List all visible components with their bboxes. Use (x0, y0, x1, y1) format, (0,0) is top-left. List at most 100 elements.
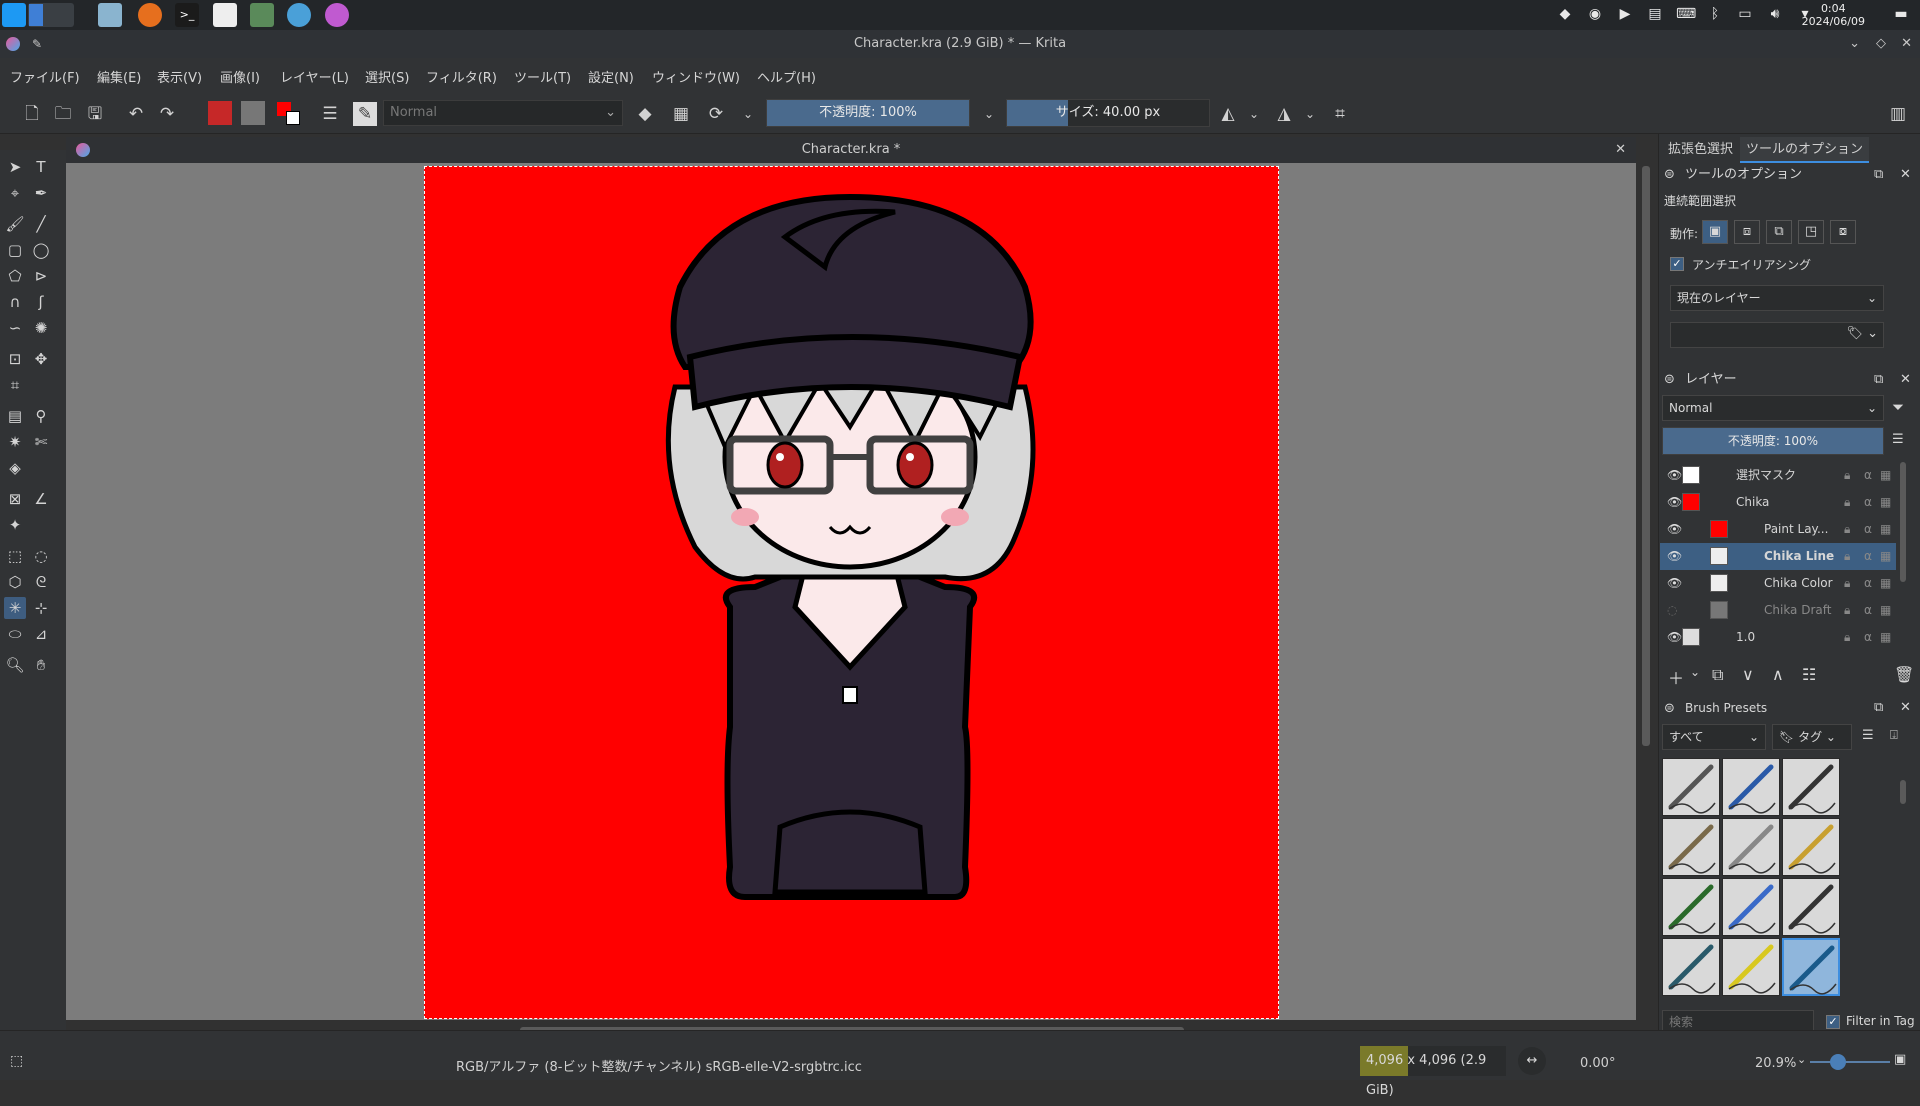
layer-opacity-slider[interactable]: 不透明度: 100% (1662, 427, 1884, 455)
eye-closed-icon[interactable]: ◌ (1667, 597, 1677, 624)
eye-icon[interactable]: 👁︎ (1667, 462, 1682, 489)
zoom-tool-icon[interactable]: 🔍︎ (4, 654, 26, 676)
lock-icon[interactable]: 🔒︎ (1844, 597, 1850, 624)
layer-menu-icon[interactable]: ☰ (1892, 432, 1904, 447)
show-desktop-icon[interactable]: ▬ (1892, 5, 1910, 23)
eye-icon[interactable]: 👁︎ (1667, 543, 1682, 570)
terminal-icon[interactable]: >_ (175, 3, 199, 27)
mode-symmetric-icon[interactable]: ⧇ (1830, 220, 1856, 244)
smart-patch-tool-icon[interactable]: ✷ (4, 431, 26, 453)
alpha-lock-icon[interactable]: α (1864, 570, 1872, 597)
preset-view-menu-icon[interactable]: ☰ (1862, 728, 1874, 743)
preset-tag-button[interactable]: 🔖︎ タグ ⌄ (1772, 724, 1852, 750)
brush-preset-item[interactable] (1662, 818, 1720, 876)
alpha-lock-icon[interactable]: α (1864, 489, 1872, 516)
file-manager-icon[interactable] (98, 3, 122, 27)
mirror-horizontal-icon[interactable]: ◭ (1216, 102, 1240, 126)
pattern-preset-icon[interactable] (241, 101, 265, 125)
lock-icon[interactable]: 🔒︎ (1844, 624, 1850, 651)
brush-settings-icon[interactable]: ☰ (318, 102, 342, 126)
bluetooth-icon[interactable]: ᛒ (1706, 5, 1724, 23)
brush-preset-item[interactable] (1722, 758, 1780, 816)
menu-edit[interactable]: 編集(E) (97, 67, 141, 86)
colorize-mask-tool-icon[interactable]: ✄ (30, 431, 52, 453)
similar-select-tool-icon[interactable]: ⊹ (30, 597, 52, 619)
eye-icon[interactable]: 👁︎ (1667, 570, 1682, 597)
reference-tool-icon[interactable]: ✦ (4, 514, 26, 536)
magnetic-select-tool-icon[interactable]: ⊿ (30, 623, 52, 645)
notification-icon[interactable]: ◆ (1556, 5, 1574, 23)
brush-preset-item[interactable] (1662, 938, 1720, 996)
reload-preset-icon[interactable]: ⟳ (704, 102, 728, 126)
display-icon[interactable]: ▭ (1736, 5, 1754, 23)
inherit-alpha-icon[interactable]: ▦ (1880, 516, 1891, 543)
ellipse-tool-icon[interactable]: ◯ (30, 239, 52, 261)
transform-tool-icon[interactable]: ⊡ (4, 348, 26, 370)
bezier-tool-icon[interactable]: ∩ (4, 291, 26, 313)
brush-preset-icon[interactable]: ✎ (353, 102, 377, 126)
menu-help[interactable]: ヘルプ(H) (757, 67, 816, 86)
lock-icon[interactable]: 🔒︎ (1844, 489, 1850, 516)
freehand-path-tool-icon[interactable]: ʃ (30, 291, 52, 313)
maximize-icon[interactable]: ◇ (1876, 30, 1886, 58)
close-window-icon[interactable]: ✕ (1901, 30, 1912, 58)
brush-preset-item[interactable] (1662, 878, 1720, 936)
menu-filter[interactable]: フィルタ(R) (426, 67, 497, 86)
lock-icon[interactable]: 🔒︎ (1844, 543, 1850, 570)
app-launcher-icon[interactable] (2, 3, 26, 27)
rectangle-tool-icon[interactable]: ▢ (4, 239, 26, 261)
layer-row[interactable]: 👁︎ Paint Lay... 🔒︎ α ▦ (1660, 516, 1896, 543)
inherit-alpha-icon[interactable]: ▦ (1880, 489, 1891, 516)
polyline-tool-icon[interactable]: ⊳ (30, 265, 52, 287)
inherit-alpha-icon[interactable]: ▦ (1880, 597, 1891, 624)
layer-row[interactable]: 👁︎ Chika Line 🔒︎ α ▦ (1660, 543, 1896, 570)
clock[interactable]: 0:04 2024/06/09 (1802, 2, 1865, 28)
redo-icon[interactable]: ↷ (155, 102, 179, 126)
fg-bg-color-icon[interactable] (277, 102, 301, 126)
tab-advanced-color-selector[interactable]: 拡張色選択 (1662, 137, 1739, 163)
layer-row[interactable]: 👁︎ Chika 🔒︎ α ▦ (1660, 489, 1896, 516)
wrap-around-icon[interactable]: ⌗ (1328, 102, 1352, 126)
undo-icon[interactable]: ↶ (124, 102, 148, 126)
more-options-icon[interactable]: ⌄ (736, 102, 760, 126)
krita-taskbar-icon[interactable] (287, 3, 311, 27)
zoom-slider-handle[interactable] (1830, 1054, 1846, 1070)
zoom-slider[interactable] (1810, 1054, 1890, 1070)
media-icon[interactable]: ▶ (1616, 5, 1634, 23)
alpha-lock-icon[interactable]: α (1864, 624, 1872, 651)
save-icon[interactable]: 🖫︎ (83, 102, 107, 126)
brush-preset-item[interactable] (1782, 818, 1840, 876)
select-shapes-tool-icon[interactable]: ➤ (4, 156, 26, 178)
app-icon[interactable] (325, 3, 349, 27)
float-panel-icon[interactable]: ⧉ (1874, 369, 1883, 391)
close-panel-icon[interactable]: ✕ (1900, 697, 1911, 719)
selection-status-icon[interactable]: ⬚ (10, 1053, 23, 1069)
antialias-checkbox[interactable]: ✓ (1670, 257, 1684, 271)
edit-shapes-tool-icon[interactable]: ⌖ (4, 182, 26, 204)
add-layer-menu-icon[interactable]: ⌄ (1690, 665, 1700, 679)
rect-select-tool-icon[interactable]: ⬚ (4, 545, 26, 567)
new-document-icon[interactable]: 🗋︎ (20, 102, 44, 126)
alpha-lock-icon[interactable]: ▦ (669, 102, 693, 126)
discord-icon[interactable]: ◉ (1586, 5, 1604, 23)
polygon-select-tool-icon[interactable]: ⬡ (4, 571, 26, 593)
volume-icon[interactable]: 🔊︎ (1766, 5, 1784, 23)
lock-icon[interactable]: 🔒︎ (1844, 570, 1850, 597)
preset-filter-select[interactable]: すべて ⌄ (1662, 724, 1766, 750)
mode-replace-icon[interactable]: ▣ (1702, 220, 1728, 244)
document-viewer-icon[interactable] (213, 3, 237, 27)
rotation-dial-icon[interactable]: ↔ (1518, 1047, 1546, 1075)
canvas-image[interactable] (424, 166, 1279, 1019)
firefox-icon[interactable] (138, 3, 162, 27)
brush-preset-item[interactable] (1662, 758, 1720, 816)
layer-row[interactable]: 👁︎ Chika Color 🔒︎ α ▦ (1660, 570, 1896, 597)
gradient-tool-icon[interactable]: ▤ (4, 405, 26, 427)
brush-preset-item[interactable] (1722, 818, 1780, 876)
pan-tool-icon[interactable]: ✋︎ (30, 654, 52, 676)
layer-blend-select[interactable]: Normal ⌄ (1662, 395, 1884, 421)
brush-preset-item[interactable] (1782, 758, 1840, 816)
gradient-preset-icon[interactable] (208, 101, 232, 125)
close-document-icon[interactable]: ✕ (1615, 137, 1626, 163)
lock-icon[interactable]: 🔒︎ (1844, 462, 1850, 489)
menu-view[interactable]: 表示(V) (157, 67, 202, 86)
